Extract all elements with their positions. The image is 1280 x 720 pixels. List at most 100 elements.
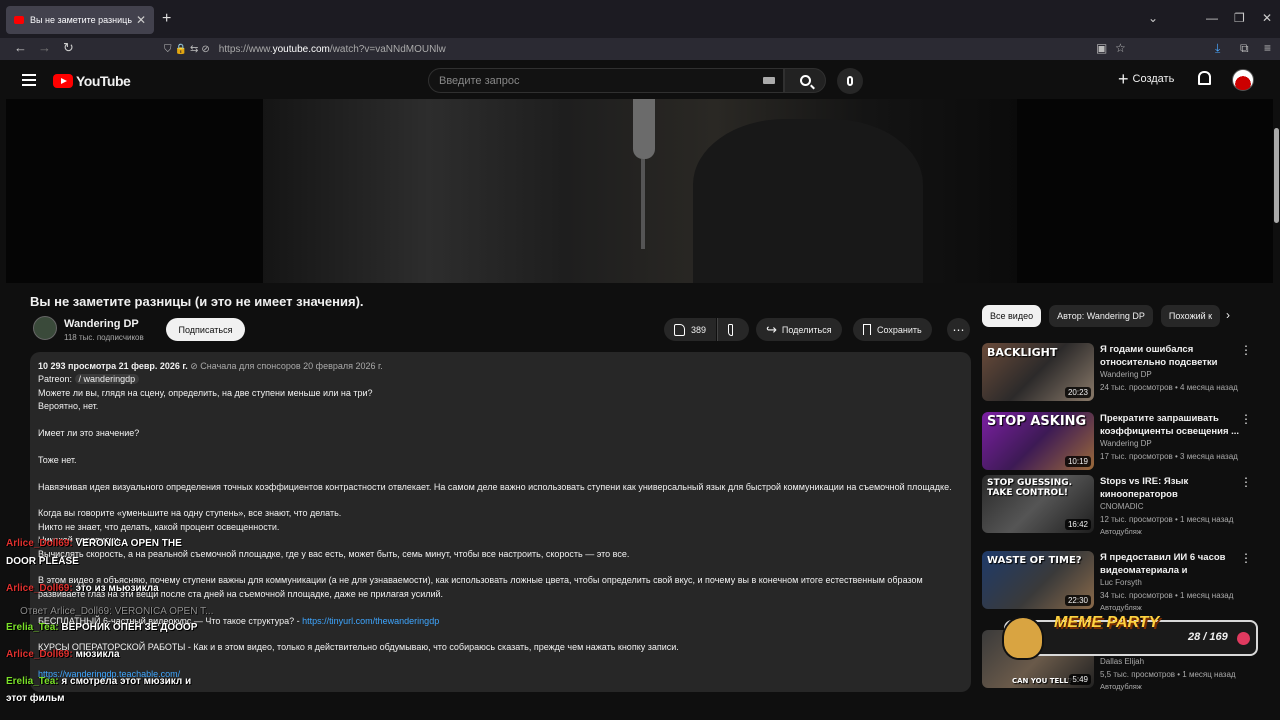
more-options-icon[interactable]: ⋮ xyxy=(1240,343,1252,357)
recommendation-title: Stops vs IRE: Язык кинооператоров xyxy=(1100,476,1189,500)
subscribe-button[interactable]: Подписаться xyxy=(166,318,245,341)
description-line: Вероятно, нет. xyxy=(38,401,99,412)
video-player[interactable] xyxy=(6,99,1273,283)
recommendation-meta: 17 тыс. просмотров • 3 месяца назад xyxy=(1100,452,1238,461)
patreon-line: Patreon: / wanderingdp xyxy=(38,373,963,386)
save-button[interactable]: Сохранить xyxy=(853,318,932,341)
description-box[interactable]: 10 293 просмотра 21 февр. 2026 г. ⊘ Снач… xyxy=(30,352,971,692)
duration-badge: 16:42 xyxy=(1064,519,1091,530)
video-thumbnail[interactable]: BACKLIGHT 20:23 xyxy=(982,343,1094,401)
chat-message: Arlice_Doll69: это из мьюзикла xyxy=(6,583,159,594)
meme-party-count: 28 / 169 xyxy=(1188,631,1228,643)
like-button[interactable]: 389 xyxy=(664,318,716,341)
recommendation-item[interactable]: STOP GUESSING. TAKE CONTROL! 16:42 Stops… xyxy=(982,475,1272,536)
downloads-icon[interactable]: ⤓ xyxy=(1215,41,1220,56)
channel-name[interactable]: Wandering DP xyxy=(64,318,139,330)
site-permissions-icon[interactable]: ⛉🔒⇆⊘ xyxy=(164,44,213,55)
video-person-silhouette xyxy=(693,119,923,283)
voice-search-button[interactable] xyxy=(837,68,863,94)
course-link[interactable]: https://tinyurl.com/thewanderingdp xyxy=(302,616,439,626)
recommendation-item[interactable]: STOP ASKING 10:19 Прекратите запрашивать… xyxy=(982,412,1272,472)
auto-dub-label: Автодубляж xyxy=(1100,682,1142,691)
share-button[interactable]: ↪ Поделиться xyxy=(756,318,842,341)
duration-badge: 20:23 xyxy=(1064,387,1091,398)
recommendation-meta: 12 тыс. просмотров • 1 месяц назад xyxy=(1100,515,1234,524)
channel-avatar[interactable] xyxy=(33,316,57,340)
duration-badge: 10:19 xyxy=(1064,456,1091,467)
video-mic-stand xyxy=(641,159,645,249)
forward-icon[interactable]: → xyxy=(38,40,51,55)
recommendation-item[interactable]: BACKLIGHT 20:23 Я годами ошибался относи… xyxy=(982,343,1272,403)
description-line: Вычислять скорость, а на реальной съемоч… xyxy=(38,548,630,559)
account-avatar[interactable] xyxy=(1232,69,1254,91)
more-options-icon[interactable]: ⋮ xyxy=(1240,551,1252,565)
recommendation-channel: CNOMADIC xyxy=(1100,502,1144,511)
guide-menu-icon[interactable] xyxy=(22,74,36,86)
extensions-icon[interactable]: ⧉ xyxy=(1240,41,1249,56)
more-actions-button[interactable]: ⋯ xyxy=(947,318,970,341)
url-bar[interactable]: ⛉🔒⇆⊘ https://www.youtube.com/watch?v=vaN… xyxy=(158,39,1134,59)
minimize-icon[interactable]: — xyxy=(1206,11,1218,25)
recommendation-title: Я годами ошибался относительно подсветки… xyxy=(1100,344,1218,368)
duration-badge: 5:49 xyxy=(1069,674,1091,685)
description-line: Навязчивая идея визуального определения … xyxy=(38,481,952,492)
doge-icon xyxy=(1002,616,1044,660)
chip-by-author[interactable]: Автор: Wandering DP xyxy=(1049,305,1153,327)
more-options-icon[interactable]: ⋮ xyxy=(1240,412,1252,426)
url-text: https://www.youtube.com/watch?v=vaNNdMOU… xyxy=(218,43,446,55)
more-options-icon[interactable]: ⋮ xyxy=(1240,475,1252,489)
search-input[interactable] xyxy=(439,74,739,87)
video-thumbnail[interactable]: STOP ASKING 10:19 xyxy=(982,412,1094,470)
create-button[interactable]: + Создать xyxy=(1118,70,1174,88)
tab-title: Вы не заметите разницы (и эт xyxy=(30,15,132,25)
video-thumbnail[interactable]: STOP GUESSING. TAKE CONTROL! 16:42 xyxy=(982,475,1094,533)
chat-message: Arlice_Doll69: VERONICA OPEN THE xyxy=(6,538,182,549)
view-stats: 10 293 просмотра 21 февр. 2026 г. ⊘ Снач… xyxy=(38,361,383,371)
browser-nav-bar: ← → ↻ ⛉🔒⇆⊘ https://www.youtube.com/watch… xyxy=(0,38,1280,60)
duration-badge: 22:30 xyxy=(1064,595,1091,606)
menu-icon[interactable]: ≡ xyxy=(1264,41,1271,55)
notifications-bell-icon[interactable] xyxy=(1198,71,1211,85)
close-tab-icon[interactable]: ✕ xyxy=(136,13,146,27)
search-button[interactable] xyxy=(784,68,826,93)
chevron-right-icon[interactable]: › xyxy=(1226,308,1230,322)
maximize-icon[interactable]: ❐ xyxy=(1234,11,1245,25)
description-line xyxy=(38,467,963,480)
new-tab-icon[interactable]: + xyxy=(162,10,171,28)
description-line: Когда вы говорите «уменьшите на одну сту… xyxy=(38,508,342,519)
tab-list-chevron-icon[interactable]: ⌄ xyxy=(1148,11,1158,25)
chip-similar[interactable]: Похожий к xyxy=(1160,305,1221,327)
meme-party-label: MEME PARTY xyxy=(1054,614,1160,631)
recommendation-meta: 24 тыс. просмотров • 4 месяца назад xyxy=(1100,383,1238,392)
description-line: Тоже нет. xyxy=(38,454,77,465)
meme-party-badge-icon xyxy=(1237,632,1250,645)
bookmark-star-icon[interactable]: ☆ xyxy=(1115,41,1126,55)
video-title: Вы не заметите разницы (и это не имеет з… xyxy=(30,294,364,309)
youtube-logo[interactable]: YouTube xyxy=(53,73,131,89)
recommendation-meta: 34 тыс. просмотров • 1 месяц назад xyxy=(1100,591,1234,600)
reload-icon[interactable]: ↻ xyxy=(63,40,74,56)
description-line xyxy=(38,414,963,427)
chip-all-videos[interactable]: Все видео xyxy=(982,305,1042,327)
recommendation-channel: Wandering DP xyxy=(1100,370,1152,379)
back-icon[interactable]: ← xyxy=(14,40,27,55)
picture-in-picture-icon[interactable]: ▣ xyxy=(1096,41,1107,55)
browser-tab[interactable]: Вы не заметите разницы (и эт ✕ xyxy=(6,6,154,34)
description-line xyxy=(38,494,963,507)
description-text: Можете ли вы, глядя на сцену, определить… xyxy=(38,387,963,615)
keyboard-icon[interactable] xyxy=(763,77,775,84)
patreon-link[interactable]: / wanderingdp xyxy=(74,374,140,385)
youtube-header: YouTube +Создать xyxy=(0,60,1280,100)
close-window-icon[interactable]: ✕ xyxy=(1262,11,1272,25)
youtube-play-icon xyxy=(53,74,73,88)
recommendation-title: Прекратите запрашивать коэффициенты осве… xyxy=(1100,413,1240,437)
related-filter-chips: Все видео Автор: Wandering DP Похожий к xyxy=(982,305,1221,327)
description-line xyxy=(38,440,963,453)
recommendation-item[interactable]: WASTE OF TIME? 22:30 Я предоставил ИИ 6 … xyxy=(982,551,1272,612)
dislike-button[interactable] xyxy=(717,318,749,341)
recommendation-channel: Wandering DP xyxy=(1100,439,1152,448)
like-count: 389 xyxy=(690,324,706,335)
video-thumbnail[interactable]: WASTE OF TIME? 22:30 xyxy=(982,551,1094,609)
description-line: Никто не знает, что делать, какой процен… xyxy=(38,521,280,532)
page-scrollbar[interactable] xyxy=(1274,128,1279,223)
